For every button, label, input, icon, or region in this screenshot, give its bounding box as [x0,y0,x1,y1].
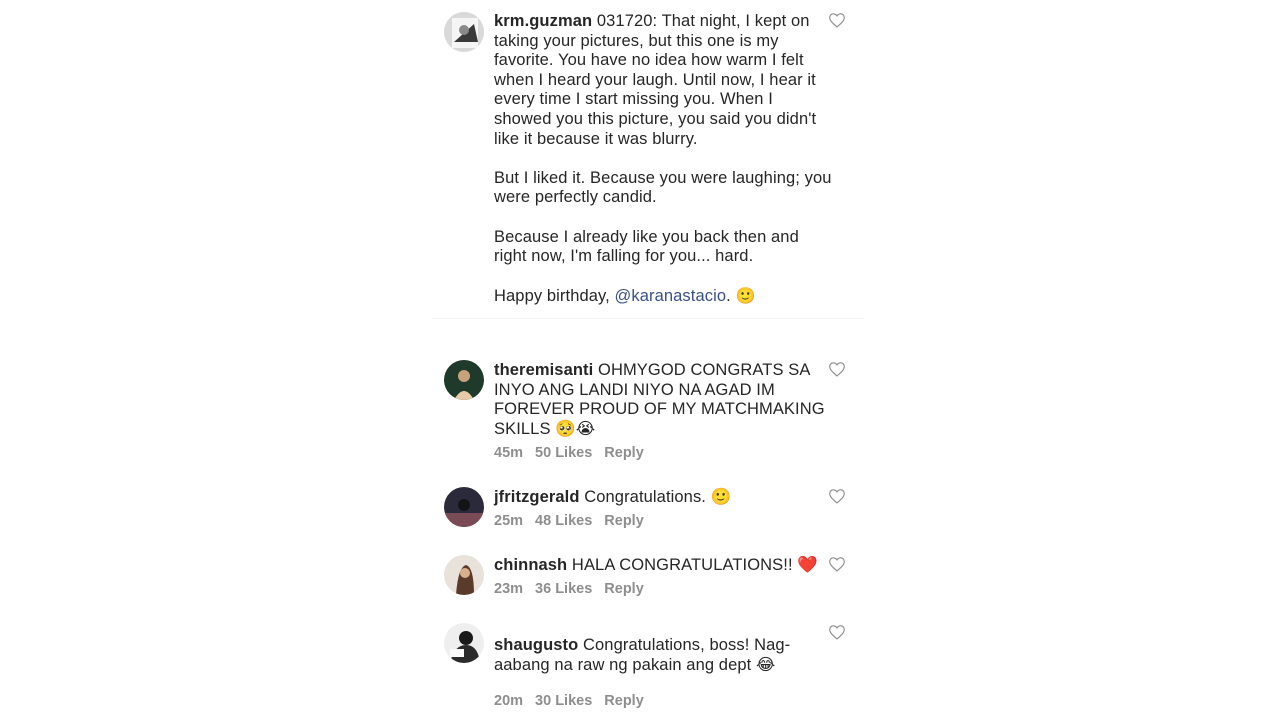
caption-text: krm.guzman 031720: That night, I kept on… [494,12,834,307]
reply-button[interactable]: Reply [604,693,644,709]
avatar[interactable] [444,555,484,595]
caption-paragraph-4: Happy birthday, @karanastacio. 🙂 [494,286,834,307]
comment-meta: 25m 48 Likes Reply [494,513,656,529]
heart-outline-icon[interactable] [828,361,846,377]
comment-meta: 23m 36 Likes Reply [494,581,656,597]
comment-time: 45m [494,445,524,461]
avatar[interactable] [444,12,484,52]
caption-paragraph-2: But I liked it. Because you were laughin… [494,168,837,207]
likes-count[interactable]: 48 Likes [535,513,592,529]
comment-time: 20m [494,693,524,709]
avatar[interactable] [444,623,484,663]
heart-outline-icon[interactable] [828,556,846,572]
reply-button[interactable]: Reply [604,581,644,597]
comment-meta: 20m 30 Likes Reply [494,693,656,709]
birthday-text: Happy birthday, [494,287,615,306]
comment-body: Congratulations. 🙂 [584,488,732,506]
heart-outline-icon[interactable] [828,488,846,504]
username-link[interactable]: shaugusto [494,636,578,654]
username-link[interactable]: jfritzgerald [494,488,580,506]
likes-count[interactable]: 30 Likes [535,693,592,709]
username-link[interactable]: theremisanti [494,361,593,379]
heart-outline-icon[interactable] [828,12,846,28]
caption-paragraph-3: Because I already like you back then and… [494,227,804,266]
comment-body: HALA CONGRATULATIONS!! ❤️ [571,556,818,574]
comment-time: 23m [494,581,524,597]
comment-text: shaugusto Congratulations, boss! Nag-aab… [494,636,834,675]
likes-count[interactable]: 36 Likes [535,581,592,597]
comment-time: 25m [494,513,524,529]
reply-button[interactable]: Reply [604,445,644,461]
comments-panel: krm.guzman 031720: That night, I kept on… [432,0,864,720]
mention-link[interactable]: @karanastacio [615,287,727,305]
divider [432,318,864,319]
caption-paragraph: krm.guzman 031720: That night, I kept on… [494,12,834,149]
avatar[interactable] [444,487,484,527]
username-link[interactable]: chinnash [494,556,567,574]
avatar[interactable] [444,360,484,400]
comment-text: chinnash HALA CONGRATULATIONS!! ❤️ [494,556,834,576]
caption-first-paragraph: 031720: That night, I kept on taking you… [494,12,821,148]
reply-button[interactable]: Reply [604,513,644,529]
username-link[interactable]: krm.guzman [494,12,592,30]
comment-text: jfritzgerald Congratulations. 🙂 [494,488,834,508]
birthday-suffix: . [726,287,736,306]
smile-emoji: 🙂 [735,286,756,306]
comment-meta: 45m 50 Likes Reply [494,445,656,461]
comment-text: theremisanti OHMYGOD CONGRATS SA INYO AN… [494,361,834,439]
likes-count[interactable]: 50 Likes [535,445,592,461]
heart-outline-icon[interactable] [828,624,846,640]
